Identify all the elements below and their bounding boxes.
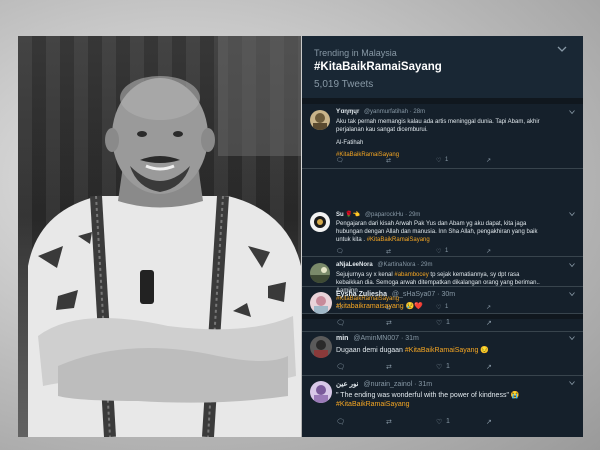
- tweet-handle-time: @_sHaSya07 · 30m: [391, 291, 456, 298]
- retweet-icon[interactable]: ⇄: [386, 363, 392, 371]
- share-icon[interactable]: ↗: [486, 363, 492, 371]
- tweet-text: Dugaan demi dugaan #KitaBaikRamaiSayang …: [336, 347, 490, 354]
- heart-icon[interactable]: ♡: [436, 157, 441, 164]
- tweet-author-name[interactable]: Ƴɑɳɱɥr: [336, 109, 359, 115]
- tweet-card[interactable]: نور عين @nurain_zainol · 31m " The endin…: [302, 376, 583, 437]
- trend-header: Trending in Malaysia #KitaBaikRamaiSayan…: [302, 36, 583, 98]
- chevron-down-icon[interactable]: [569, 212, 575, 216]
- tweet-text: Pengajaran dari kisah Arwah Pak Yus dan …: [336, 221, 538, 243]
- twitter-panel: Trending in Malaysia #KitaBaikRamaiSayan…: [302, 36, 583, 437]
- portrait-photo: [18, 36, 301, 437]
- tweet-author-name[interactable]: aNjaLeeNora: [336, 262, 373, 268]
- tweet-handle-time: @KartinaNora · 29m: [377, 262, 433, 268]
- retweet-icon[interactable]: ⇄: [386, 157, 391, 164]
- like-count: 1: [446, 363, 450, 370]
- tweet-actions: 🗨︎ ⇄ ♡ 1 ↗: [336, 363, 536, 371]
- reply-icon[interactable]: 🗨︎: [336, 418, 345, 426]
- chevron-down-icon[interactable]: [557, 46, 567, 52]
- tweet-card[interactable]: Ƴɑɳɱɥr @yanmurfatihah · 28m Aku tak pern…: [302, 104, 583, 169]
- tweet-hashtag[interactable]: #kitabaikramaisayang: [336, 303, 404, 310]
- trend-hashtag[interactable]: #KitaBaikRamaiSayang: [314, 61, 442, 73]
- like-count: 1: [445, 248, 449, 254]
- trend-tweet-count: 5,019 Tweets: [314, 79, 374, 90]
- reply-icon[interactable]: 🗨︎: [336, 248, 344, 255]
- tweet-handle-time: @AminMN007 · 31m: [353, 335, 419, 342]
- trend-location: Trending in Malaysia: [314, 48, 397, 58]
- heart-icon[interactable]: ♡: [436, 418, 442, 426]
- chevron-down-icon[interactable]: [569, 263, 575, 267]
- retweet-icon[interactable]: ⇄: [386, 418, 392, 426]
- tweet-handle-time: @paparockHu · 29m: [364, 212, 421, 218]
- chevron-down-icon[interactable]: [569, 292, 575, 296]
- tweet-hashtag[interactable]: #KitaBaikRamaiSayang: [367, 237, 430, 243]
- tweet-handle-time: @yanmurfatihah · 28m: [363, 109, 426, 115]
- reply-icon[interactable]: 🗨︎: [336, 157, 344, 164]
- tweet-card[interactable]: min @AminMN007 · 31m Dugaan demi dugaan …: [302, 331, 583, 376]
- chevron-down-icon[interactable]: [569, 110, 575, 114]
- tweet-actions: 🗨︎ ⇄ ♡ 1 ↗: [336, 418, 536, 426]
- tweet-card[interactable]: Eysha Zuliesha @_sHaSya07 · 30m #kitabai…: [302, 286, 583, 332]
- tweet-author-name[interactable]: Eysha Zuliesha: [336, 291, 387, 298]
- heart-icon[interactable]: ♡: [436, 319, 442, 327]
- tweet-text: #kitabaikramaisayang 😢❤️: [336, 302, 574, 311]
- tweet-hashtag[interactable]: #KitaBaikRamaiSayang: [336, 400, 574, 409]
- avatar[interactable]: [310, 336, 332, 358]
- tweet-text: Aku tak pernah memangis kalau ada artis …: [336, 118, 574, 159]
- like-count: 1: [446, 418, 450, 425]
- avatar[interactable]: [310, 110, 330, 130]
- share-icon[interactable]: ↗: [486, 248, 491, 255]
- avatar[interactable]: [310, 212, 330, 232]
- reply-icon[interactable]: 🗨︎: [336, 363, 345, 371]
- avatar[interactable]: [310, 381, 332, 403]
- tweet-hashtag[interactable]: #KitaBaikRamaiSayang: [405, 347, 479, 354]
- tweet-actions: 🗨︎ ⇄ ♡ 1 ↗: [336, 248, 536, 256]
- share-icon[interactable]: ↗: [486, 418, 492, 426]
- tweet-emoji: 😔: [480, 347, 490, 354]
- tweet-author-name[interactable]: نور عين: [336, 381, 359, 388]
- man-figure: [28, 36, 301, 437]
- tweet-author-name[interactable]: min: [336, 335, 348, 342]
- heart-icon[interactable]: ♡: [436, 363, 442, 371]
- tweet-actions: 🗨︎ ⇄ ♡ 1 ↗: [336, 157, 536, 165]
- retweet-icon[interactable]: ⇄: [386, 319, 392, 327]
- tweet-actions: 🗨︎ ⇄ ♡ 1 ↗: [336, 319, 536, 327]
- tweet-emoji: 😢❤️: [405, 303, 424, 310]
- avatar[interactable]: [310, 263, 330, 283]
- tweet-author-name[interactable]: Su 🌹👈: [336, 212, 360, 218]
- tweet-mention[interactable]: #abambocey: [394, 272, 428, 278]
- like-count: 1: [446, 319, 450, 326]
- chevron-down-icon[interactable]: [569, 381, 575, 385]
- share-icon[interactable]: ↗: [486, 157, 491, 164]
- like-count: 1: [445, 157, 449, 163]
- avatar[interactable]: [310, 292, 332, 314]
- chevron-down-icon[interactable]: [569, 336, 575, 340]
- tweet-text: " The ending was wonderful with the powe…: [336, 391, 574, 409]
- reply-icon[interactable]: 🗨︎: [336, 319, 345, 327]
- share-icon[interactable]: ↗: [486, 319, 492, 327]
- tweet-card[interactable]: Su 🌹👈 @paparockHu · 29m Pengajaran dari …: [302, 206, 583, 257]
- tweet-handle-time: @nurain_zainol · 31m: [363, 381, 433, 388]
- heart-icon[interactable]: ♡: [436, 248, 441, 255]
- retweet-icon[interactable]: ⇄: [386, 248, 391, 255]
